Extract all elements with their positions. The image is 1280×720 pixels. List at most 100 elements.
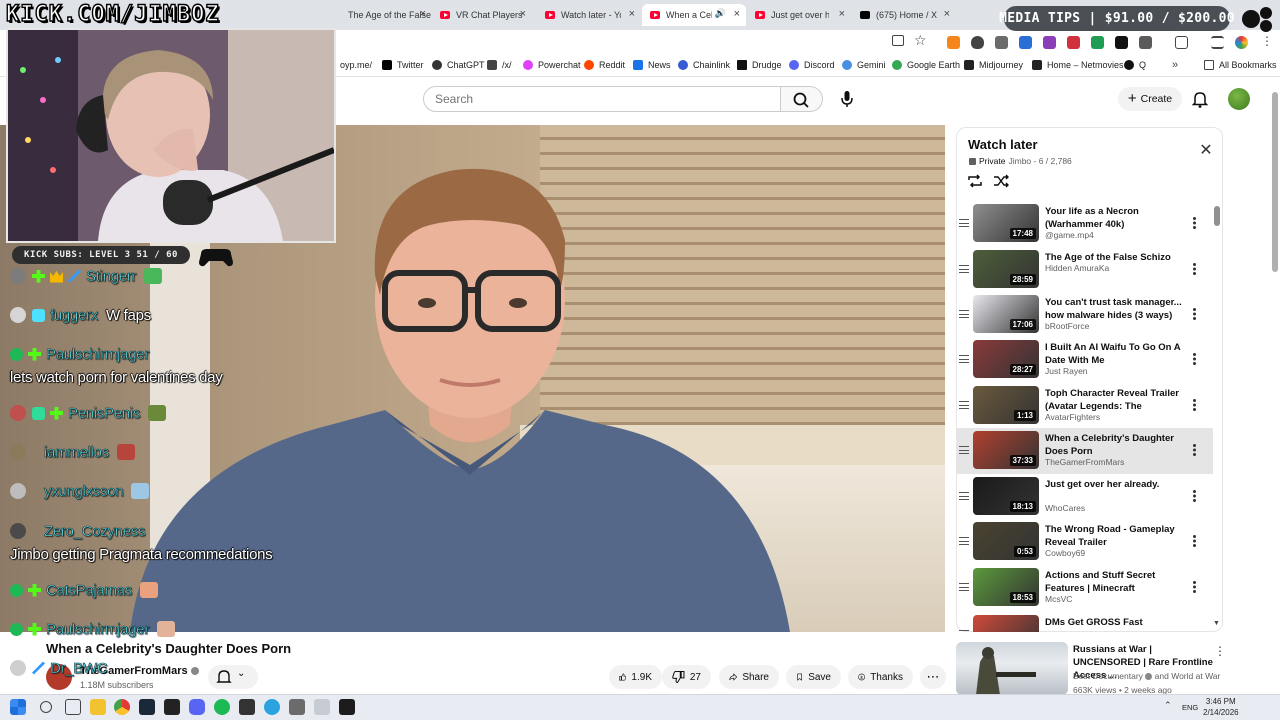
windows-start-icon[interactable]: [10, 699, 26, 715]
bookmark[interactable]: Drudge: [737, 60, 782, 70]
bookmark[interactable]: Powerchat: [523, 60, 581, 70]
browser-tab[interactable]: Just get over her already. ×: [747, 4, 851, 26]
scroll-down-icon[interactable]: ▼: [1213, 620, 1220, 627]
playlist-thumbnail[interactable]: 37:33: [973, 431, 1039, 469]
cast-icon[interactable]: [892, 35, 904, 46]
playlist-item[interactable]: 1:13 Toph Character Reveal Trailer (Avata…: [957, 383, 1213, 429]
close-icon[interactable]: ✕: [1197, 142, 1215, 160]
bookmark[interactable]: Twitter: [382, 60, 424, 70]
bookmark[interactable]: Gemini: [842, 60, 886, 70]
playlist-thumbnail[interactable]: 18:13: [973, 477, 1039, 515]
playlist-item[interactable]: 17:48 Your life as a Necron (Warhammer 40…: [957, 201, 1213, 247]
app-icon[interactable]: [239, 699, 255, 715]
steam-icon[interactable]: [139, 699, 155, 715]
tab-close-icon[interactable]: ×: [839, 8, 845, 20]
playlist-thumbnail[interactable]: 28:59: [973, 250, 1039, 288]
puzzle-icon[interactable]: [995, 36, 1008, 49]
more-vertical-icon[interactable]: [1189, 443, 1199, 457]
bookmark[interactable]: /biz/croyp.me: [340, 60, 372, 70]
puzzle-icon[interactable]: [1139, 36, 1152, 49]
playlist-item[interactable]: 18:53 Actions and Stuff Secret Features |…: [957, 565, 1213, 611]
reading-list-icon[interactable]: [1211, 36, 1224, 49]
more-vertical-icon[interactable]: [1189, 262, 1199, 276]
more-vertical-icon[interactable]: [1189, 352, 1199, 366]
more-vertical-icon[interactable]: [1189, 580, 1199, 594]
bookmark[interactable]: Reddit: [584, 60, 625, 70]
playlist-item[interactable]: DMs Get GROSS Fast: [957, 612, 1213, 632]
clock[interactable]: 3:46 PM 2/14/2026: [1203, 696, 1239, 718]
drag-handle-icon[interactable]: [959, 401, 969, 409]
playlist-item[interactable]: 28:27 I Built An AI Waifu To Go On A Date…: [957, 337, 1213, 383]
playlist-thumbnail[interactable]: 0:53: [973, 522, 1039, 560]
drag-handle-icon[interactable]: [959, 355, 969, 363]
sidepanel-icon[interactable]: [1175, 36, 1188, 49]
bookmark[interactable]: ChatGPT: [432, 60, 485, 70]
input-language[interactable]: ENG: [1182, 703, 1198, 712]
extension-icon[interactable]: [1067, 36, 1080, 49]
audio-icon[interactable]: [1019, 36, 1032, 49]
shuffle-icon[interactable]: [992, 172, 1010, 190]
bookmark[interactable]: Discord: [789, 60, 835, 70]
browser-tab[interactable]: The Age of the False Schizo ×: [340, 4, 432, 26]
more-actions-button[interactable]: ⋯: [920, 665, 946, 689]
tab-close-icon[interactable]: ×: [629, 8, 635, 20]
menu-icon[interactable]: ⋮: [1261, 34, 1273, 48]
more-vertical-icon[interactable]: [1189, 489, 1199, 503]
drag-handle-icon[interactable]: [959, 492, 969, 500]
search-box[interactable]: [423, 86, 781, 112]
bookmark[interactable]: Q: [1124, 60, 1146, 70]
bookmark[interactable]: Midjourney: [964, 60, 1023, 70]
notifications-button[interactable]: [1190, 89, 1210, 109]
browser-tab[interactable]: (675) Home / X ×: [852, 4, 956, 26]
chevron-right-icon[interactable]: »: [1172, 59, 1178, 71]
thanks-button[interactable]: $ Thanks: [848, 665, 913, 689]
bookmark[interactable]: /x/: [487, 60, 512, 70]
tab-close-icon[interactable]: ×: [420, 8, 426, 20]
app-icon[interactable]: [289, 699, 305, 715]
bookmark[interactable]: Google Earth: [892, 60, 960, 70]
terminal-icon[interactable]: [164, 699, 180, 715]
more-vertical-icon[interactable]: [1189, 398, 1199, 412]
playlist-thumbnail[interactable]: 28:27: [973, 340, 1039, 378]
tab-close-icon[interactable]: ×: [520, 8, 526, 20]
drag-handle-icon[interactable]: [959, 219, 969, 227]
bookmark[interactable]: Home – Netmovies: [1032, 60, 1124, 70]
recommended-thumbnail[interactable]: [956, 642, 1068, 695]
browser-tab[interactable]: VR Chat Players ×: [432, 4, 532, 26]
playlist-item[interactable]: 18:13 Just get over her already. WhoCares: [957, 474, 1213, 520]
more-vertical-icon[interactable]: [1189, 307, 1199, 321]
search-icon[interactable]: [40, 701, 52, 713]
playlist-thumbnail[interactable]: 1:13: [973, 386, 1039, 424]
task-view-icon[interactable]: [65, 699, 81, 715]
share-button[interactable]: Share: [719, 665, 779, 689]
create-button[interactable]: + Create: [1118, 87, 1182, 111]
playlist-thumbnail[interactable]: 17:48: [973, 204, 1039, 242]
more-vertical-icon[interactable]: ⋮: [1214, 644, 1226, 658]
search-input[interactable]: [424, 87, 780, 111]
spotify-icon[interactable]: [214, 699, 230, 715]
tab-close-icon[interactable]: ×: [944, 8, 950, 20]
page-scrollbar[interactable]: [1272, 92, 1278, 272]
save-button[interactable]: Save: [786, 665, 841, 689]
telegram-icon[interactable]: [264, 699, 280, 715]
playlist-thumbnail[interactable]: 18:53: [973, 568, 1039, 606]
x-icon[interactable]: [1115, 36, 1128, 49]
bookmark[interactable]: News: [633, 60, 671, 70]
like-button[interactable]: 1.9K: [609, 665, 662, 689]
drag-handle-icon[interactable]: [959, 446, 969, 454]
tray-chevron-icon[interactable]: ⌃: [1164, 700, 1172, 711]
app-icon[interactable]: [314, 699, 330, 715]
avatar[interactable]: [1228, 88, 1250, 110]
extension-icon[interactable]: [1091, 36, 1104, 49]
drag-handle-icon[interactable]: [959, 583, 969, 591]
all-bookmarks-button[interactable]: All Bookmarks: [1204, 60, 1277, 70]
drag-handle-icon[interactable]: [959, 537, 969, 545]
loop-icon[interactable]: [966, 172, 984, 190]
dislike-button[interactable]: 27: [662, 665, 711, 689]
discord-icon[interactable]: [189, 699, 205, 715]
playlist-item[interactable]: 0:53 The Wrong Road - Gameplay Reveal Tra…: [957, 519, 1213, 565]
voice-search-button[interactable]: [833, 86, 861, 112]
playlist-scrollbar[interactable]: [1214, 206, 1220, 226]
browser-tab[interactable]: Watch later - YouTube ×: [537, 4, 641, 26]
star-icon[interactable]: ☆: [914, 32, 927, 49]
